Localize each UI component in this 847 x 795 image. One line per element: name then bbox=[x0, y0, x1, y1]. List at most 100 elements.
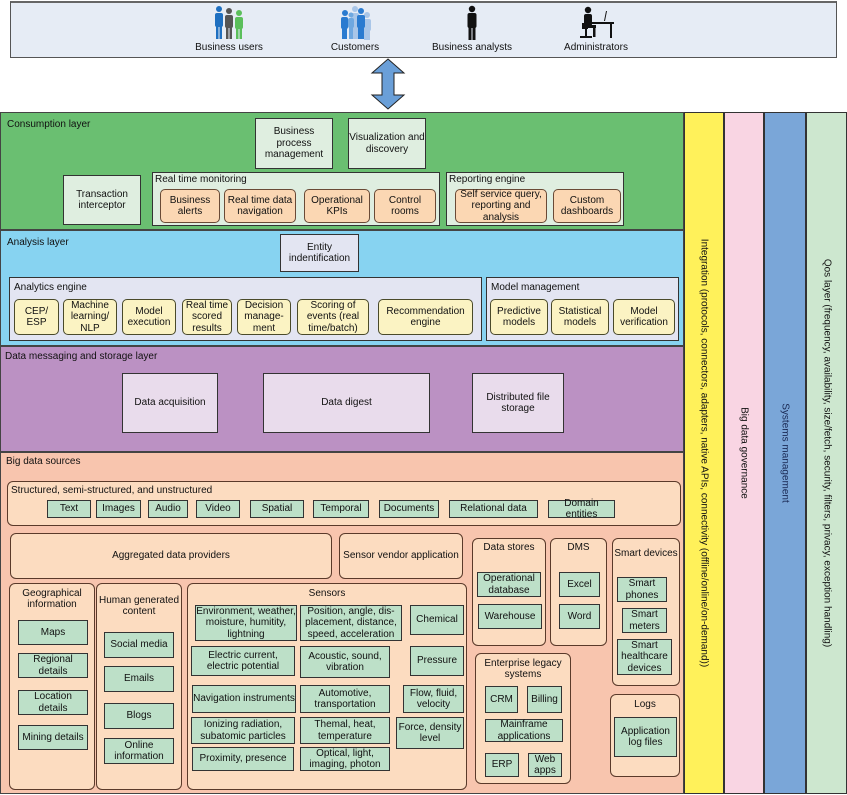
customers-icon bbox=[341, 6, 371, 40]
sensor-item: Proximity, presence bbox=[192, 747, 294, 771]
smart-item: Smart healthcare devices bbox=[617, 639, 672, 675]
sensor-item: Acoustic, sound, vibration bbox=[300, 646, 390, 678]
reporting-engine-group: Reporting engine Self service query, rep… bbox=[446, 172, 624, 226]
analysis-layer: Analysis layer Entity indentification An… bbox=[0, 230, 684, 346]
rtm-item: Operational KPIs bbox=[304, 189, 370, 223]
group-title: Real time monitoring bbox=[155, 174, 247, 185]
group-title: Reporting engine bbox=[449, 174, 526, 185]
model-item: Model verification bbox=[613, 299, 675, 335]
big-data-sources-layer: Big data sources Structured, semi-struct… bbox=[0, 452, 684, 794]
analytics-item: Recommendation engine bbox=[378, 299, 473, 335]
human-item: Social media bbox=[104, 632, 174, 658]
logs-group: Logs Application log files bbox=[610, 694, 680, 777]
dms-item: Excel bbox=[559, 572, 600, 597]
user-label: Administrators bbox=[564, 42, 628, 53]
user-business-analysts: Business analysts bbox=[427, 5, 517, 53]
governance-bar: Big data governance bbox=[724, 112, 764, 794]
data-type-item: Text bbox=[47, 500, 91, 518]
geo-item: Regional details bbox=[18, 653, 88, 678]
smart-devices-group: Smart devices Smart phones Smart meters … bbox=[612, 538, 680, 686]
analytics-item: Machine learning/ NLP bbox=[63, 299, 117, 335]
model-item: Predictive models bbox=[490, 299, 548, 335]
group-title: Analytics engine bbox=[14, 282, 87, 293]
messaging-layer: Data messaging and storage layer Data ac… bbox=[0, 346, 684, 452]
sensor-item: Flow, fluid, velocity bbox=[403, 685, 464, 713]
legacy-item: Billing bbox=[527, 686, 562, 713]
group-title: Data stores bbox=[483, 542, 535, 554]
analytics-item: Real time scored results bbox=[182, 299, 232, 335]
analytics-item: Scoring of events (real time/batch) bbox=[297, 299, 369, 335]
visualization-box: Visualization and discovery bbox=[348, 118, 426, 169]
vertical-label: Integration (protocols, connectors, adap… bbox=[698, 238, 710, 668]
sensor-item: Force, density level bbox=[396, 717, 464, 749]
human-item: Online information bbox=[104, 738, 174, 764]
data-acquisition-box: Data acquisition bbox=[122, 373, 218, 433]
sensor-item: Optical, light, imaging, photon bbox=[300, 747, 390, 771]
sensor-item: Chemical bbox=[410, 605, 464, 635]
smart-item: Smart phones bbox=[617, 577, 667, 602]
layer-title: Data messaging and storage layer bbox=[5, 351, 158, 362]
user-label: Business analysts bbox=[431, 42, 513, 53]
model-management-group: Model management Predictive models Stati… bbox=[486, 277, 679, 341]
vertical-label: Big data governance bbox=[738, 407, 750, 499]
sensor-item: Pressure bbox=[410, 646, 464, 676]
rtm-item: Business alerts bbox=[160, 189, 220, 223]
analytics-engine-group: Analytics engine CEP/ ESP Machine learni… bbox=[9, 277, 482, 341]
data-type-item: Video bbox=[196, 500, 240, 518]
sensor-item: Navigation instruments bbox=[192, 685, 296, 713]
dms-group: DMS Excel Word bbox=[550, 538, 607, 646]
human-item: Emails bbox=[104, 666, 174, 692]
geo-item: Location details bbox=[18, 690, 88, 715]
legacy-item: Web apps bbox=[528, 753, 562, 777]
human-item: Blogs bbox=[104, 703, 174, 729]
group-title: Logs bbox=[634, 699, 656, 711]
qos-bar: Qos layer (frequency, availability, size… bbox=[806, 112, 847, 794]
sensor-item: Themal, heat, temperature bbox=[300, 717, 390, 744]
legacy-item: Mainframe applications bbox=[485, 719, 563, 742]
sensor-item: Electric current, electric potential bbox=[191, 646, 295, 676]
user-label: Customers bbox=[330, 42, 380, 53]
data-type-item: Documents bbox=[379, 500, 439, 518]
analytics-item: Model execution bbox=[122, 299, 176, 335]
user-label: Business users bbox=[195, 42, 263, 53]
bidirectional-arrow-icon bbox=[370, 58, 406, 110]
data-stores-group: Data stores Operational database Warehou… bbox=[472, 538, 546, 646]
bpm-box: Business process management bbox=[255, 118, 333, 169]
smart-item: Smart meters bbox=[622, 608, 667, 633]
model-item: Statistical models bbox=[551, 299, 609, 335]
layer-title: Analysis layer bbox=[7, 237, 69, 248]
legacy-systems-group: Enterprise legacy systems CRM Billing Ma… bbox=[475, 653, 571, 784]
geo-item: Maps bbox=[18, 620, 88, 645]
human-content-group: Human generated content Social media Ema… bbox=[96, 583, 182, 790]
business-users-icon bbox=[215, 6, 243, 39]
group-title: Structured, semi-structured, and unstruc… bbox=[11, 485, 213, 496]
rtm-item: Control rooms bbox=[374, 189, 436, 223]
aggregated-data-providers-box: Aggregated data providers bbox=[10, 533, 332, 579]
group-title: Sensors bbox=[308, 588, 346, 600]
analytics-item: Decision manage-ment bbox=[237, 299, 291, 335]
consumption-layer: Consumption layer Business process manag… bbox=[0, 112, 684, 230]
systems-management-bar: Systems management bbox=[764, 112, 806, 794]
data-type-item: Audio bbox=[148, 500, 188, 518]
distributed-file-storage-box: Distributed file storage bbox=[472, 373, 564, 433]
data-type-item: Temporal bbox=[313, 500, 369, 518]
group-title: Model management bbox=[491, 282, 580, 293]
sensor-vendor-box: Sensor vendor application bbox=[339, 533, 463, 579]
user-business-users: Business users bbox=[184, 5, 274, 53]
sensors-group: Sensors Environment, weather, moisture, … bbox=[187, 583, 467, 790]
datastore-item: Warehouse bbox=[478, 604, 542, 629]
entity-identification-box: Entity indentification bbox=[280, 234, 359, 272]
sensor-item: Automotive, transportation bbox=[300, 685, 390, 713]
users-bar: Business users Customers Business analys… bbox=[10, 1, 837, 58]
group-title: DMS bbox=[567, 542, 590, 554]
data-type-item: Domain entities bbox=[548, 498, 615, 520]
logs-item: Application log files bbox=[614, 717, 677, 757]
data-type-item: Relational data bbox=[449, 500, 538, 518]
layer-title: Big data sources bbox=[6, 456, 81, 467]
dms-item: Word bbox=[559, 604, 600, 629]
transaction-interceptor-box: Transaction interceptor bbox=[63, 175, 141, 225]
sensor-item: Environment, weather, moisture, humitity… bbox=[195, 605, 297, 641]
geo-item: Mining details bbox=[18, 725, 88, 750]
group-title: Enterprise legacy systems bbox=[484, 657, 562, 681]
structured-group: Structured, semi-structured, and unstruc… bbox=[7, 481, 681, 526]
